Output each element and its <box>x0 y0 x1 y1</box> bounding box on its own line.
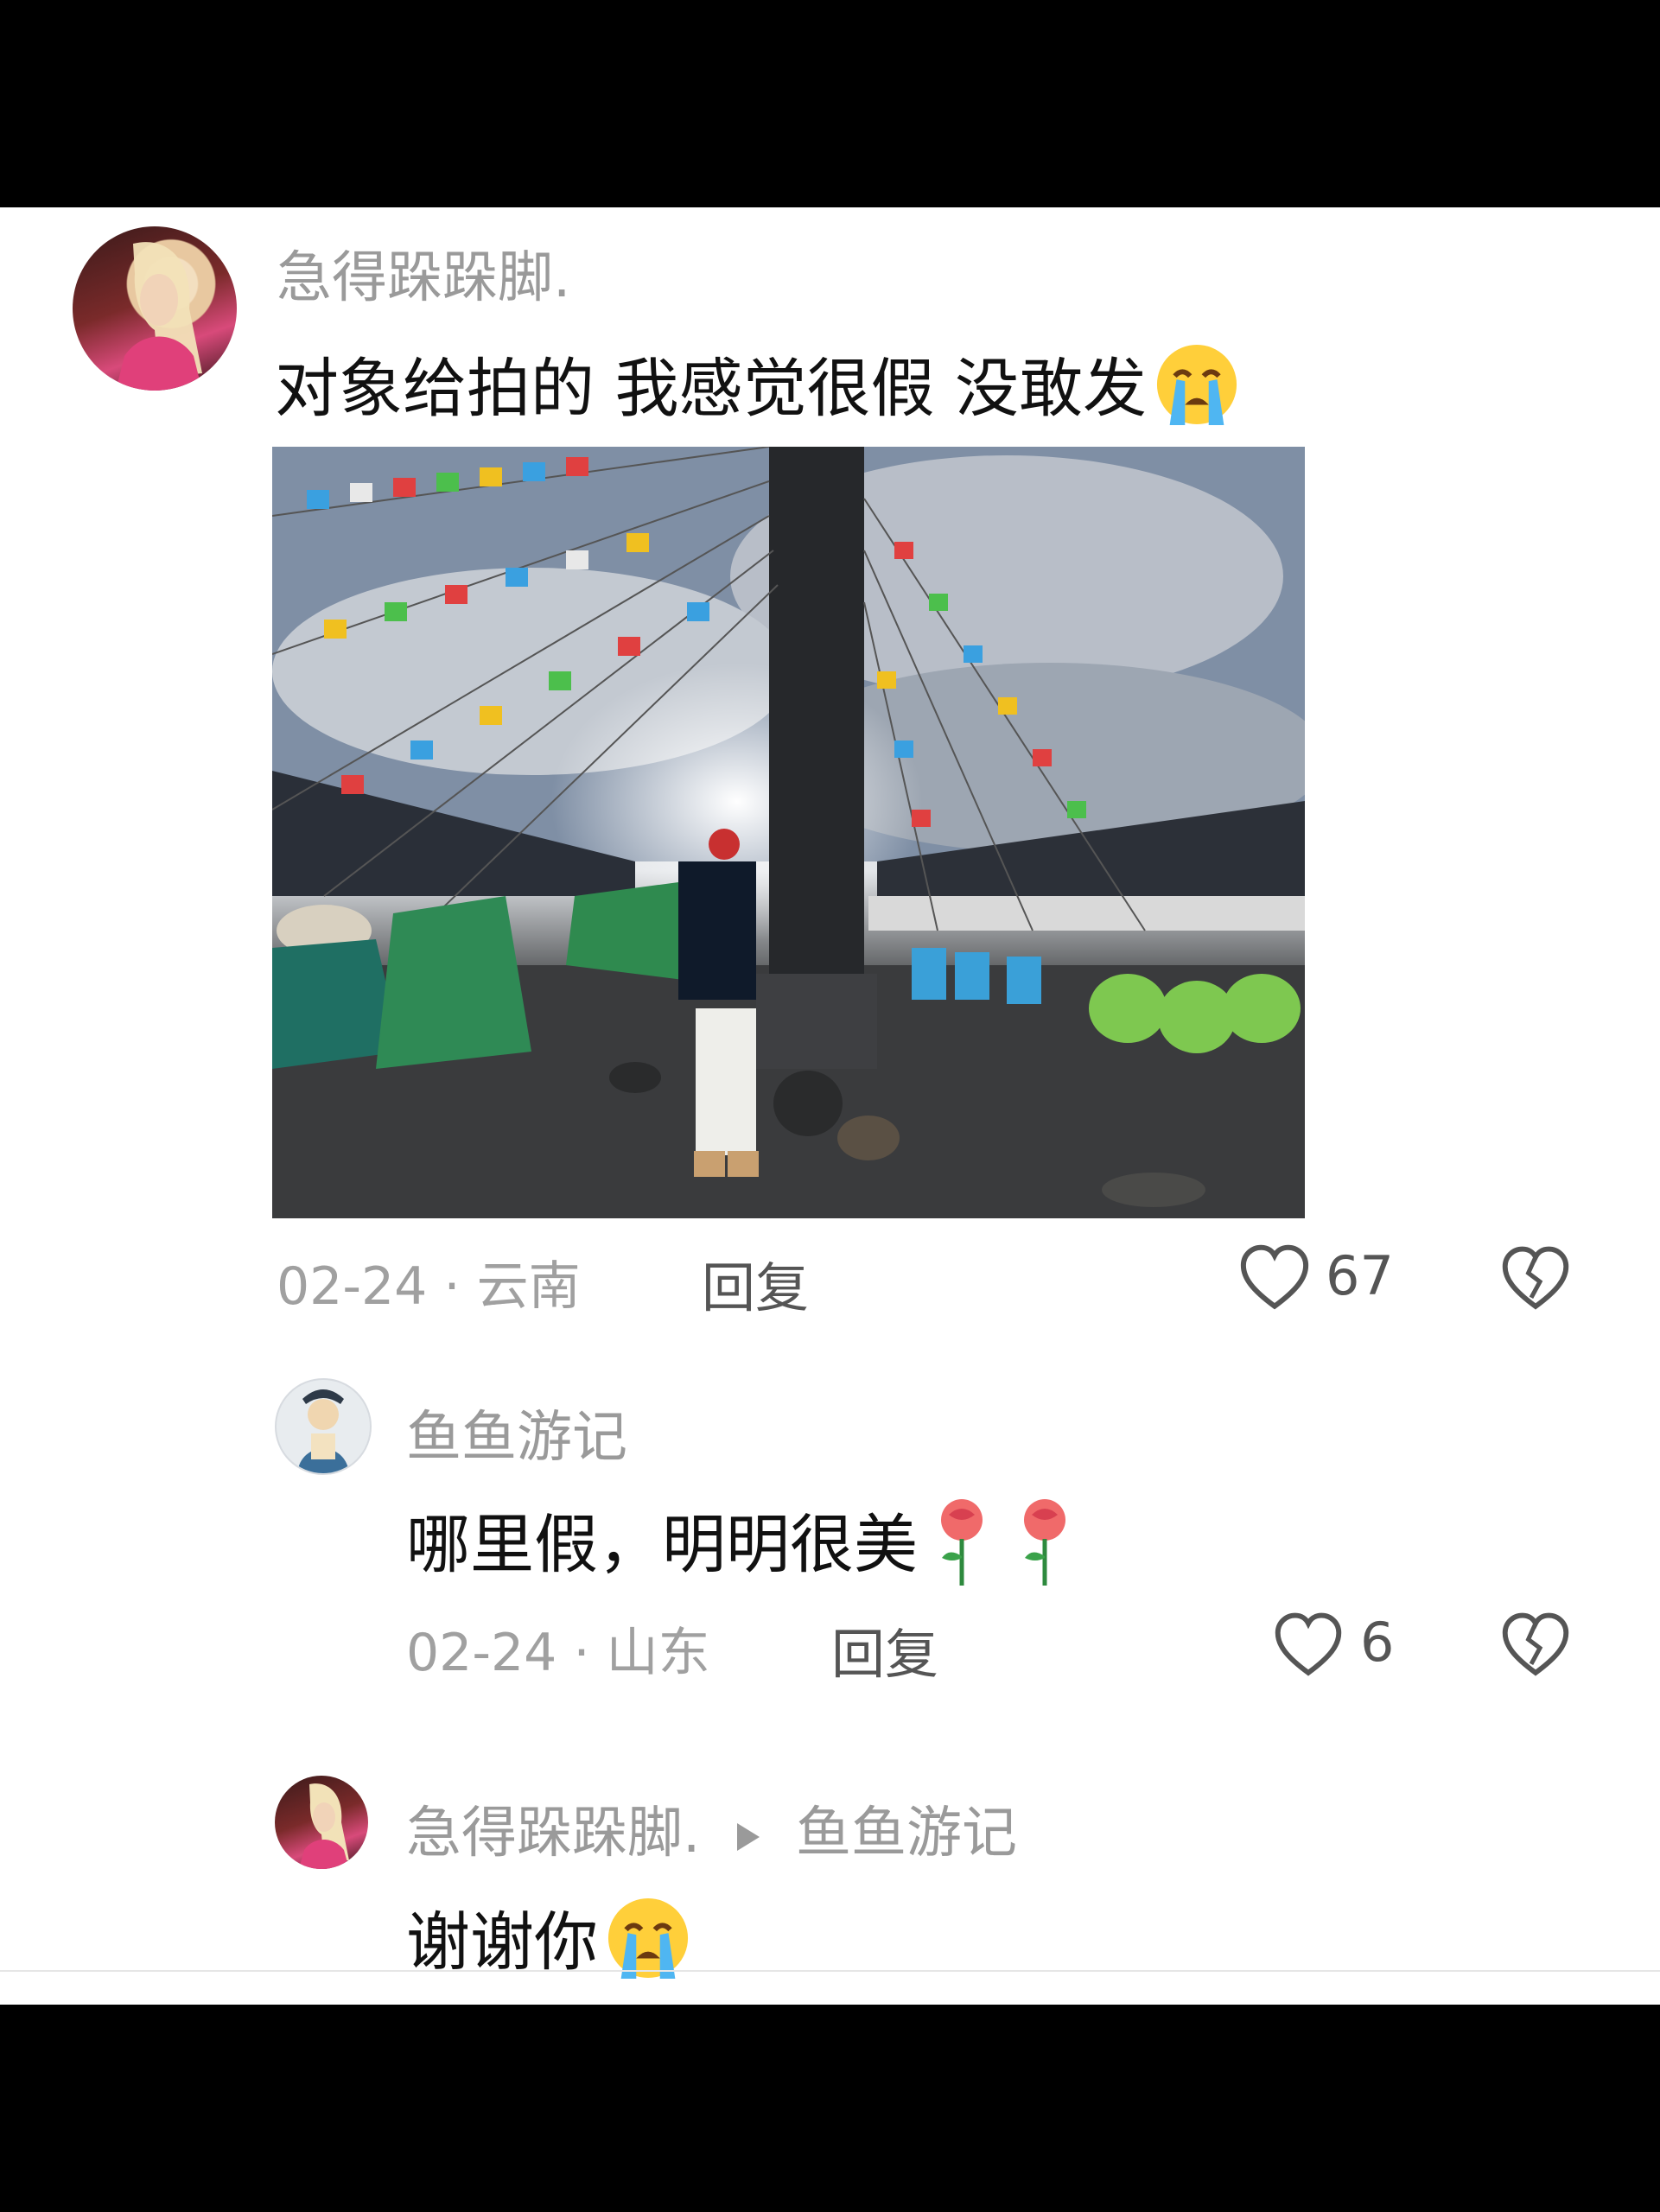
user-avatar[interactable] <box>73 226 237 391</box>
comment-thread: 急得跺跺脚. 对象给拍的 我感觉很假 没敢发 02-24 · 云南 回复 67 … <box>0 207 1660 2005</box>
comment-text-body: 对象给拍的 我感觉很假 没敢发 <box>275 352 1148 426</box>
reply-to-username[interactable]: 鱼鱼游记 <box>796 1802 1017 1866</box>
comment-location: 云南 <box>476 1256 581 1317</box>
comment-text-body: 哪里假，明明很美 <box>406 1508 918 1582</box>
reply-header: 急得跺跺脚. 鱼鱼游记 <box>406 1789 1017 1868</box>
comment-date: 02-24 <box>406 1623 557 1683</box>
comment-username[interactable]: 鱼鱼游记 <box>406 1393 627 1472</box>
comment-location: 山东 <box>606 1623 710 1683</box>
loudly-crying-face-emoji <box>1152 342 1242 442</box>
bottom-divider <box>0 1970 1660 1972</box>
meta-separator: · <box>443 1256 461 1317</box>
broken-heart-icon[interactable] <box>1499 1609 1572 1681</box>
comment-meta: 02-24 · 云南 <box>277 1244 581 1319</box>
prayer-flags-photo <box>272 447 1305 1218</box>
triangle-right-icon <box>734 1804 763 1868</box>
comment-text: 哪里假，明明很美 <box>406 1493 1084 1601</box>
user-avatar[interactable] <box>275 1776 368 1869</box>
heart-outline-icon[interactable] <box>1237 1241 1312 1315</box>
broken-heart-icon[interactable] <box>1499 1243 1572 1315</box>
comment-text-body: 谢谢你 <box>406 1905 598 1980</box>
reply-button[interactable]: 回复 <box>702 1244 809 1322</box>
reply-button[interactable]: 回复 <box>831 1611 938 1688</box>
comment-username[interactable]: 急得跺跺脚. <box>277 233 570 313</box>
rose-emoji <box>1006 1496 1084 1601</box>
like-count: 6 <box>1360 1611 1395 1674</box>
loudly-crying-face-emoji <box>603 1896 693 1996</box>
comment-text: 对象给拍的 我感觉很假 没敢发 <box>275 337 1242 442</box>
user-avatar[interactable] <box>275 1378 372 1475</box>
meta-separator: · <box>573 1623 590 1683</box>
like-count: 67 <box>1326 1244 1394 1307</box>
heart-outline-icon[interactable] <box>1272 1609 1345 1681</box>
comment-meta: 02-24 · 山东 <box>406 1611 710 1686</box>
comment-text: 谢谢你 <box>406 1891 693 1996</box>
comment-date: 02-24 <box>277 1256 428 1317</box>
comment-username[interactable]: 急得跺跺脚. <box>406 1802 700 1866</box>
rose-emoji <box>923 1496 1001 1601</box>
comment-photo[interactable] <box>272 447 1305 1218</box>
